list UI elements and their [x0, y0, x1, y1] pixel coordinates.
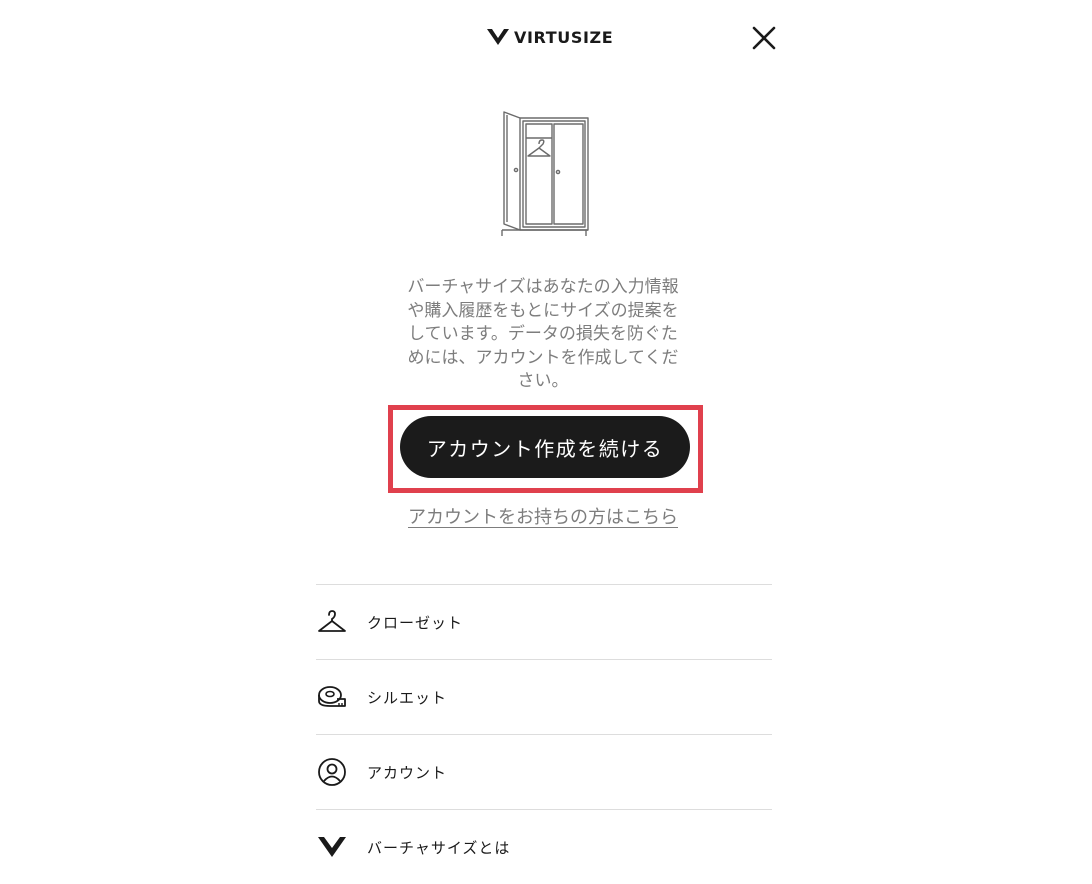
brand-logo: VIRTUSIZE — [486, 26, 613, 48]
continue-create-account-button[interactable]: アカウント作成を続ける — [400, 416, 690, 478]
description-text: バーチャサイズはあなたの入力情報 や購入履歴をもとにサイズの提案を しています。… — [390, 276, 696, 394]
menu-item-account[interactable]: アカウント — [316, 734, 772, 809]
account-icon — [316, 756, 348, 788]
description-line: めには、アカウントを作成してくだ — [407, 347, 679, 368]
menu-item-silhouette[interactable]: シルエット — [316, 659, 772, 734]
virtusize-logo-icon — [316, 831, 348, 863]
close-button[interactable] — [748, 22, 780, 54]
close-icon — [752, 26, 776, 50]
description-line: さい。 — [517, 371, 569, 391]
description-line: や購入履歴をもとにサイズの提案を — [407, 300, 679, 321]
hanger-icon — [316, 606, 348, 638]
menu-item-label: クローゼット — [367, 613, 464, 632]
login-link[interactable]: アカウントをお持ちの方はこちら — [390, 503, 696, 529]
wardrobe-illustration — [501, 111, 589, 236]
menu-list: クローゼット シルエット アカウント バーチャサイズとは — [316, 584, 772, 884]
menu-item-label: アカウント — [367, 763, 448, 782]
brand-name: VIRTUSIZE — [514, 27, 614, 47]
menu-item-closet[interactable]: クローゼット — [316, 584, 772, 659]
menu-item-about-virtusize[interactable]: バーチャサイズとは — [316, 809, 772, 884]
menu-item-label: バーチャサイズとは — [367, 838, 511, 857]
measuring-tape-icon — [316, 681, 348, 713]
description-line: しています。データの損失を防ぐた — [408, 324, 678, 344]
menu-item-label: シルエット — [367, 688, 448, 707]
virtusize-logo-icon — [487, 28, 509, 45]
description-line: バーチャサイズはあなたの入力情報 — [407, 277, 679, 297]
